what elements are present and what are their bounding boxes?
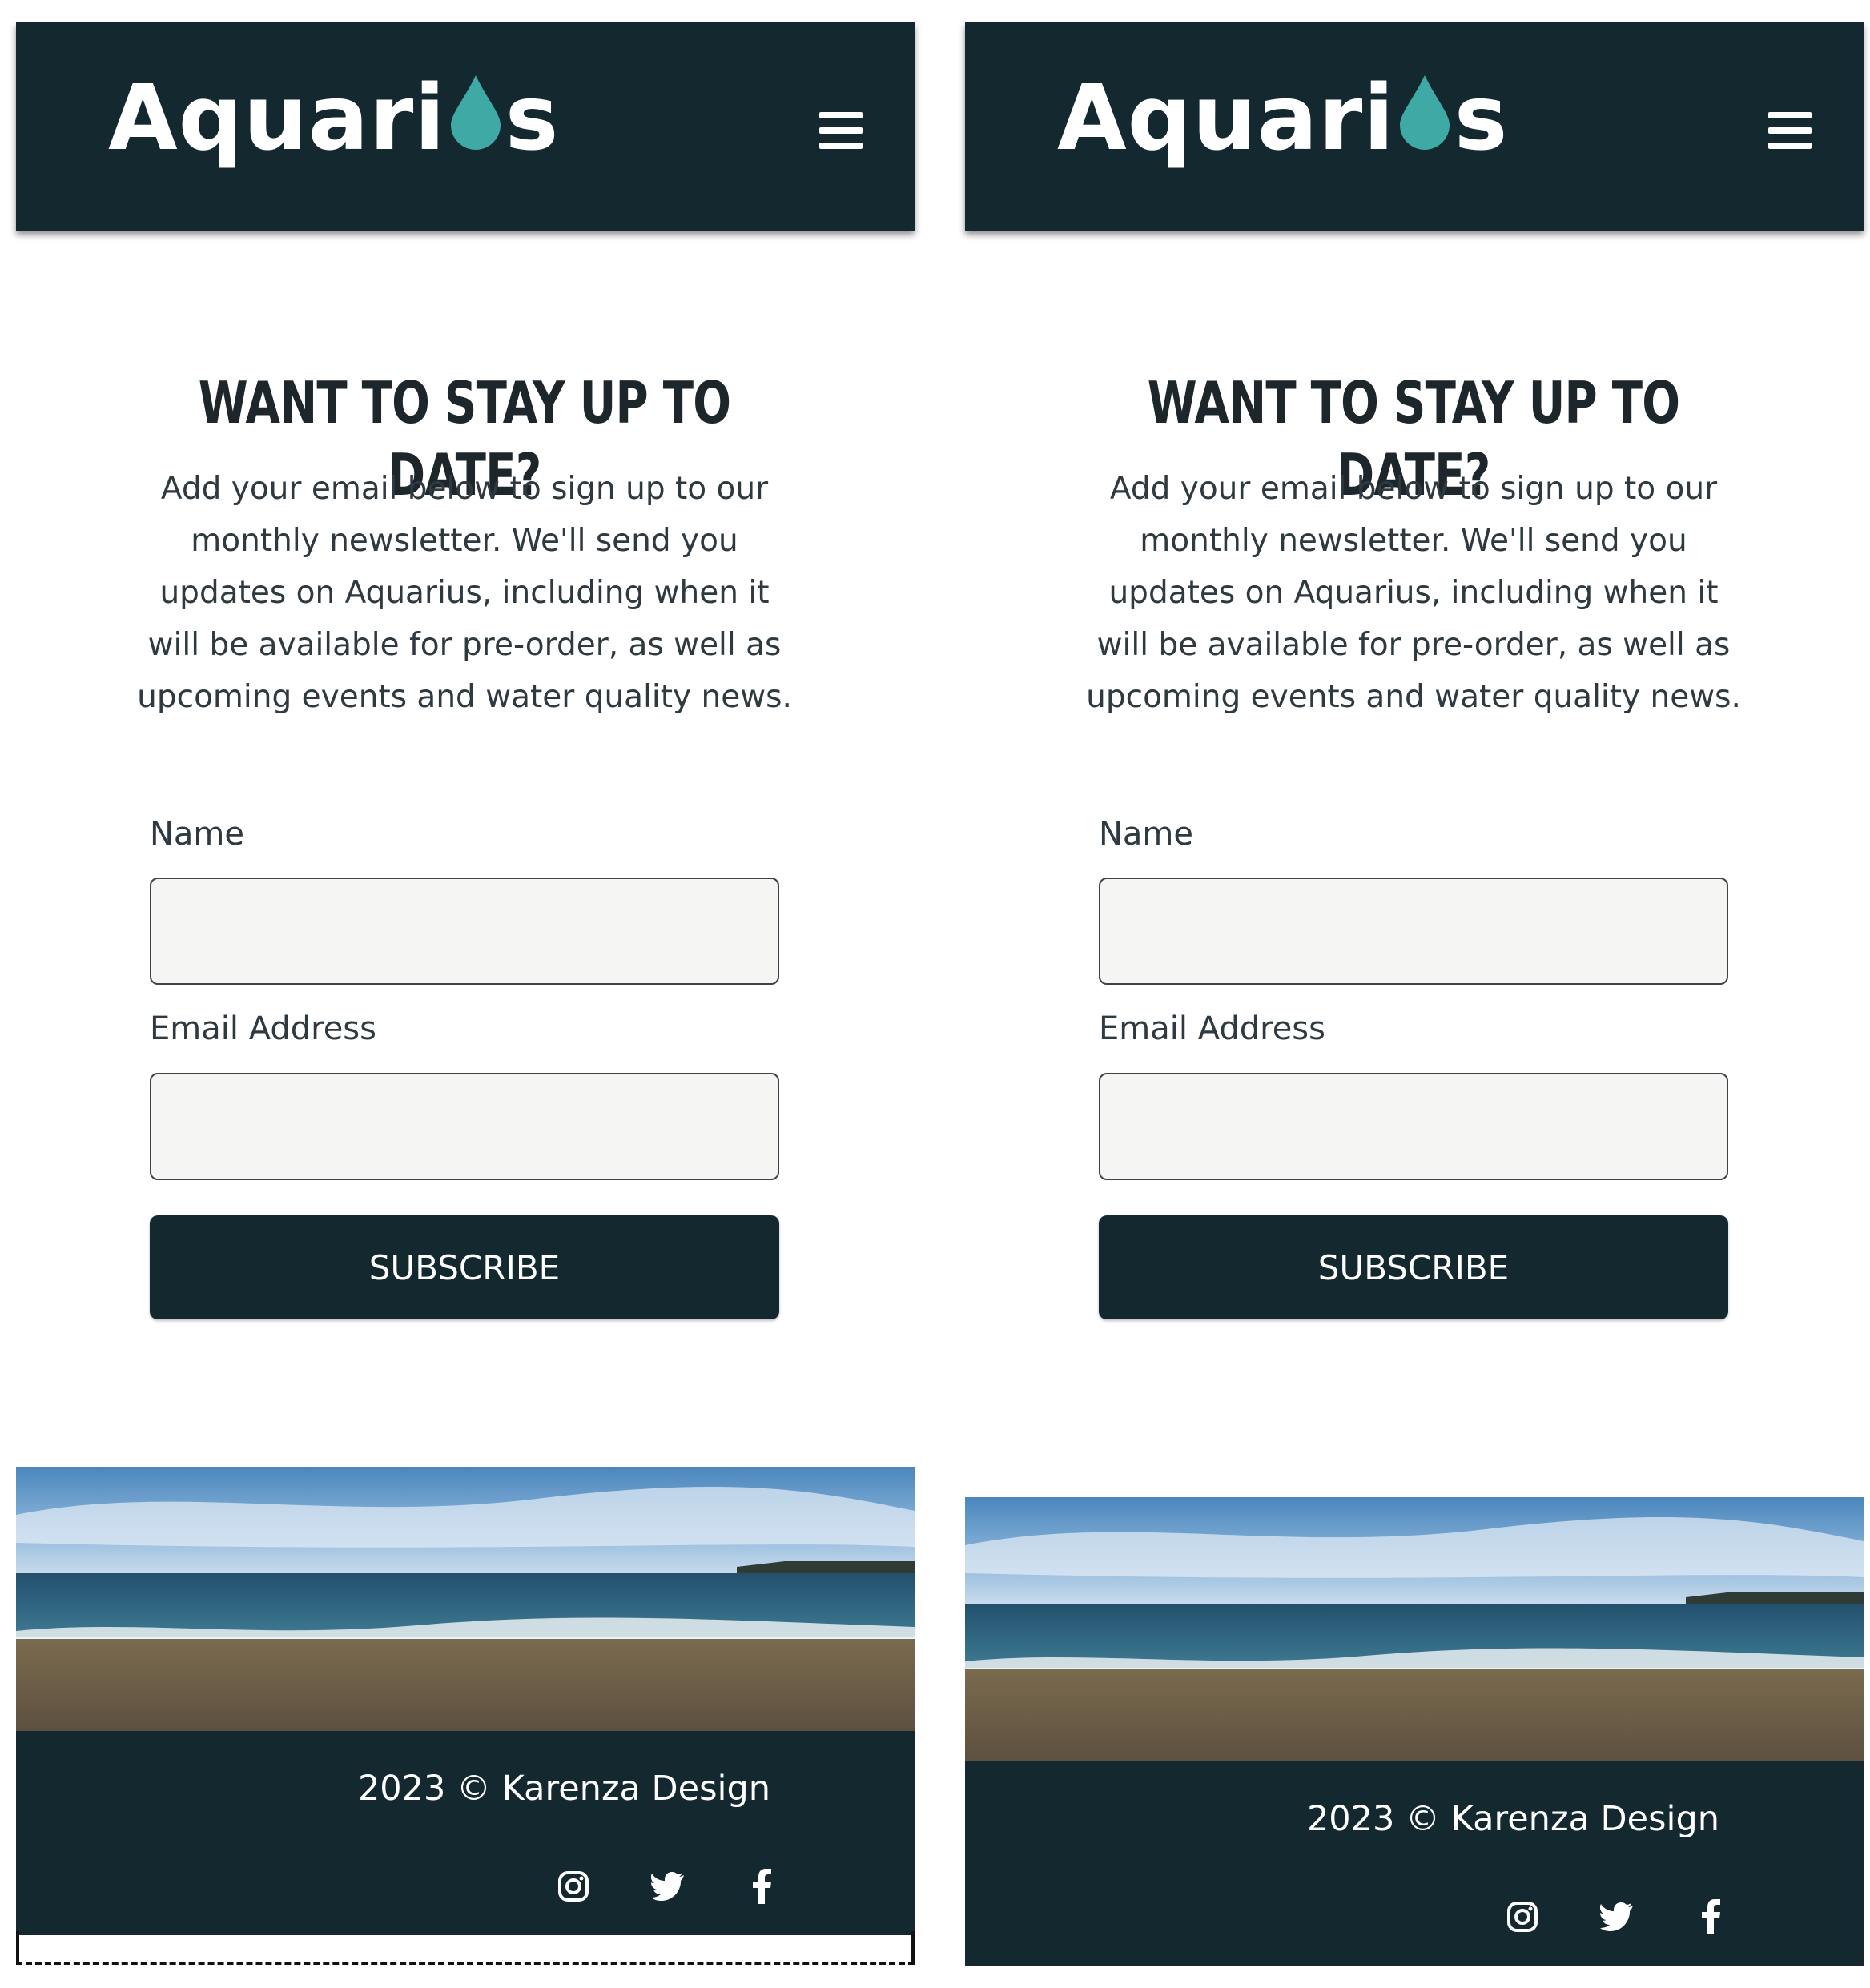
facebook-icon[interactable] <box>1687 1893 1735 1941</box>
menu-bar <box>819 112 863 118</box>
newsletter-description: Add your email below to sign up to our m… <box>137 471 792 715</box>
name-input[interactable] <box>150 878 779 985</box>
beach-image <box>965 1497 1864 1761</box>
hamburger-menu-icon[interactable] <box>1768 112 1812 149</box>
beach-photo <box>16 1467 915 1731</box>
instagram-icon[interactable] <box>549 1862 597 1910</box>
email-label: Email Address <box>150 1010 376 1047</box>
email-label: Email Address <box>1099 1010 1325 1047</box>
logo-text-start: Aquari <box>108 66 446 171</box>
hamburger-menu-icon[interactable] <box>819 112 863 149</box>
page-boundary-marker <box>16 1931 915 1965</box>
copyright-text: 2023 © Karenza Design <box>357 1769 770 1809</box>
beach-image <box>16 1467 915 1731</box>
twitter-icon[interactable] <box>1593 1893 1641 1941</box>
name-label: Name <box>1099 816 1194 853</box>
instagram-icon[interactable] <box>1498 1893 1546 1941</box>
twitter-icon[interactable] <box>644 1862 692 1910</box>
site-footer: 2023 © Karenza Design <box>16 1731 915 1935</box>
site-footer: 2023 © Karenza Design <box>965 1761 1864 1966</box>
name-input[interactable] <box>1099 878 1728 985</box>
email-input[interactable] <box>150 1073 779 1180</box>
subscribe-button[interactable]: SUBSCRIBE <box>1099 1215 1728 1319</box>
menu-bar <box>1768 112 1812 118</box>
aquarius-logo[interactable]: Aquari s <box>1057 72 1508 184</box>
water-drop-icon <box>1399 75 1450 150</box>
menu-bar <box>819 143 863 149</box>
logo-text-end: s <box>505 66 560 171</box>
subscribe-button[interactable]: SUBSCRIBE <box>150 1215 779 1319</box>
newsletter-description: Add your email below to sign up to our m… <box>1086 471 1741 715</box>
copyright-text: 2023 © Karenza Design <box>1306 1799 1719 1839</box>
menu-bar <box>1768 143 1812 149</box>
email-input[interactable] <box>1099 1073 1728 1180</box>
mobile-view-left: Aquari s WANT TO STAY UP TO DATE? Add yo… <box>0 0 921 1988</box>
facebook-icon[interactable] <box>738 1862 786 1910</box>
water-drop-icon <box>450 75 501 150</box>
logo-text-end: s <box>1454 66 1509 171</box>
site-header: Aquari s <box>16 22 915 231</box>
aquarius-logo[interactable]: Aquari s <box>108 72 559 184</box>
logo-text-start: Aquari <box>1057 66 1395 171</box>
menu-bar <box>819 127 863 134</box>
beach-photo <box>965 1497 1864 1761</box>
mobile-view-right: Aquari s WANT TO STAY UP TO DATE? Add yo… <box>949 0 1870 1988</box>
name-label: Name <box>150 816 245 853</box>
site-header: Aquari s <box>965 22 1864 231</box>
menu-bar <box>1768 127 1812 134</box>
